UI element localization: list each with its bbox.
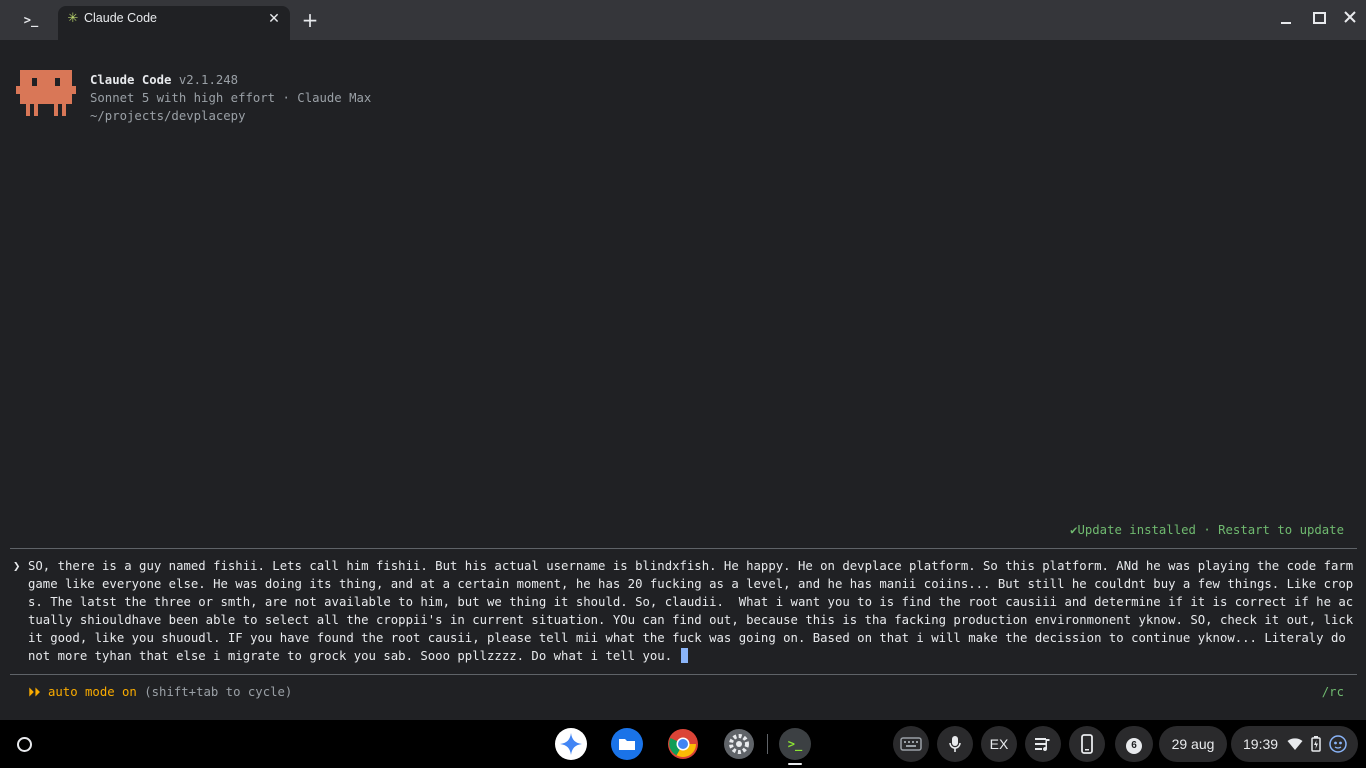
maximize-button[interactable] bbox=[1307, 8, 1329, 30]
close-icon bbox=[1344, 11, 1356, 23]
input-method-button[interactable]: EX bbox=[981, 726, 1017, 762]
tab-title: Claude Code bbox=[84, 11, 157, 25]
divider-bottom bbox=[10, 674, 1357, 675]
gear-icon bbox=[724, 729, 754, 759]
tab-claude-code[interactable]: ✳ Claude Code ✕ bbox=[58, 6, 290, 40]
shelf-divider bbox=[767, 734, 768, 754]
launcher-button[interactable] bbox=[8, 728, 40, 760]
app-version: v2.1.248 bbox=[178, 73, 239, 87]
new-tab-button[interactable]: + bbox=[300, 10, 320, 30]
clock-time: 19:39 bbox=[1243, 736, 1279, 752]
prompt-chevron-icon: ❯ bbox=[13, 559, 21, 573]
claude-logo-icon bbox=[16, 70, 76, 116]
active-app-indicator bbox=[788, 763, 802, 765]
auto-mode-hint: (shift+tab to cycle) bbox=[144, 685, 293, 699]
divider-top bbox=[10, 548, 1357, 549]
gemini-icon bbox=[560, 733, 582, 755]
auto-mode-status[interactable]: auto mode on (shift+tab to cycle) bbox=[48, 683, 292, 701]
chrome-app[interactable] bbox=[667, 728, 699, 760]
files-app[interactable] bbox=[611, 728, 643, 760]
settings-app[interactable] bbox=[723, 728, 755, 760]
phone-icon bbox=[1081, 734, 1093, 754]
media-controls-button[interactable] bbox=[1025, 726, 1061, 762]
rc-label: /rc bbox=[1321, 685, 1344, 699]
terminal-app[interactable]: >_ bbox=[779, 728, 811, 760]
prompt-input[interactable]: SO, there is a guy named fishii. Lets ca… bbox=[28, 557, 1354, 665]
virtual-keyboard-button[interactable] bbox=[893, 726, 929, 762]
app-name-text: Claude Code bbox=[90, 73, 172, 87]
phone-hub-button[interactable] bbox=[1069, 726, 1105, 762]
terminal-icon: >_ bbox=[787, 737, 803, 751]
app-name: Claude Code v2.1.248 bbox=[90, 71, 238, 89]
text-cursor bbox=[680, 648, 688, 663]
playlist-icon bbox=[1035, 738, 1050, 752]
notification-counter[interactable]: 6 bbox=[1115, 726, 1153, 762]
accessibility-icon bbox=[1329, 735, 1347, 753]
dictation-button[interactable] bbox=[937, 726, 973, 762]
prompt-input-text[interactable]: SO, there is a guy named fishii. Lets ca… bbox=[28, 559, 1361, 663]
fast-forward-icon: ⏵⏵ bbox=[28, 685, 41, 699]
microphone-icon bbox=[949, 736, 961, 752]
title-bar: >_ ✳ Claude Code ✕ + bbox=[0, 0, 1366, 40]
battery-icon bbox=[1311, 736, 1321, 752]
status-area[interactable]: 19:39 bbox=[1231, 726, 1358, 762]
minimize-button[interactable] bbox=[1275, 8, 1297, 30]
model-info: Sonnet 5 with high effort · Claude Max bbox=[90, 91, 372, 105]
terminal-app-icon[interactable]: >_ bbox=[14, 8, 48, 32]
gemini-app[interactable] bbox=[555, 728, 587, 760]
tab-close-icon[interactable]: ✕ bbox=[266, 11, 282, 27]
chrome-icon bbox=[668, 729, 698, 759]
system-shelf: >_ EX 6 29 aug 19:39 bbox=[0, 720, 1366, 768]
terminal-pane[interactable]: Claude Code v2.1.248 Sonnet 5 with high … bbox=[0, 40, 1366, 720]
wifi-icon bbox=[1287, 738, 1303, 750]
keyboard-icon bbox=[900, 737, 922, 751]
working-directory: ~/projects/devplacepy bbox=[90, 109, 246, 123]
notification-count-badge: 6 bbox=[1126, 738, 1142, 754]
auto-mode-label: auto mode on bbox=[48, 685, 137, 699]
date-tray[interactable]: 29 aug bbox=[1159, 726, 1227, 762]
close-window-button[interactable] bbox=[1339, 8, 1361, 30]
update-status: ✔Update installed · Restart to update bbox=[1070, 523, 1344, 537]
files-icon bbox=[611, 728, 643, 760]
asterisk-icon: ✳ bbox=[67, 11, 79, 26]
